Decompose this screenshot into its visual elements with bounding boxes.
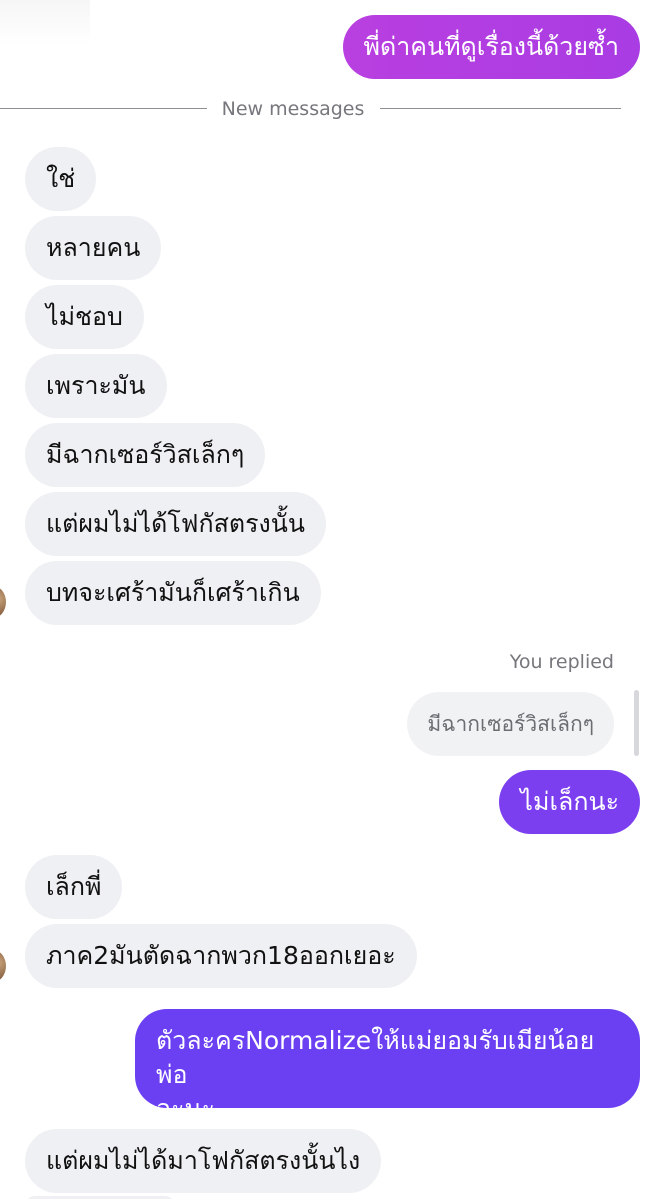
message-text: บทจะเศร้ามันก็เศร้าเกิน [46,578,300,607]
message-text-line: อะนะ [156,1094,215,1123]
message-text: เล็กพี่ [46,872,102,901]
message-text: มีฉากเซอร์วิสเล็กๆ [46,440,245,469]
incoming-message[interactable]: ภาค2มันตัดฉากพวก18ออกเยอะ [25,924,417,988]
message-text: หลายคน [46,233,141,262]
message-text-line: ตัวละครNormalizeให้แม่ยอมรับเมียน้อยพ่อ [156,1026,595,1089]
top-fade [0,0,90,45]
incoming-message[interactable]: ใช่ [25,147,97,211]
incoming-message[interactable]: เพราะมัน [25,354,167,418]
incoming-message[interactable]: แต่ผมไม่ได้มาโฟกัสตรงนั้นไง [25,1129,382,1193]
incoming-message[interactable]: มีฉากเซอร์วิสเล็กๆ [25,423,266,487]
outgoing-message[interactable]: พี่ด่าคนที่ดูเรื่องนี้ด้วยซ้ำ [342,15,640,79]
message-text: ไม่ชอบ [46,302,123,331]
divider-line-left [0,108,207,109]
you-replied-label: You replied [509,651,614,673]
reply-indicator-bar [634,690,639,756]
incoming-message[interactable]: บทจะเศร้ามันก็เศร้าเกิน [25,561,321,625]
message-text: แต่ผมไม่ได้โฟกัสตรงนั้น [46,509,305,538]
message-text: พี่ด่าคนที่ดูเรื่องนี้ด้วยซ้ำ [363,32,620,61]
incoming-message[interactable]: ไม่ชอบ [25,285,144,349]
sender-avatar[interactable] [0,950,6,982]
message-text: ใช่ [46,164,76,193]
new-messages-divider: New messages [221,98,365,120]
outgoing-message[interactable]: ไม่เล็กนะ [499,770,640,834]
incoming-message[interactable]: แต่ผมไม่ได้โฟกัสตรงนั้น [25,492,326,556]
message-text: เพราะมัน [46,371,146,400]
message-text: ไม่เล็กนะ [520,787,619,816]
incoming-message[interactable]: หลายคน [25,216,162,280]
message-text: แต่ผมไม่ได้มาโฟกัสตรงนั้นไง [46,1146,361,1175]
sender-avatar[interactable] [0,586,6,618]
incoming-message[interactable]: เล็กพี่ [25,855,123,919]
quoted-message[interactable]: มีฉากเซอร์วิสเล็กๆ [407,692,614,756]
message-text: ภาค2มันตัดฉากพวก18ออกเยอะ [46,941,396,970]
outgoing-message[interactable]: ตัวละครNormalizeให้แม่ยอมรับเมียน้อยพ่อ … [135,1009,640,1123]
quoted-text: มีฉากเซอร์วิสเล็กๆ [427,712,594,736]
divider-line-right [380,108,621,109]
chat-thread: พี่ด่าคนที่ดูเรื่องนี้ด้วยซ้ำ New messag… [0,0,654,1199]
